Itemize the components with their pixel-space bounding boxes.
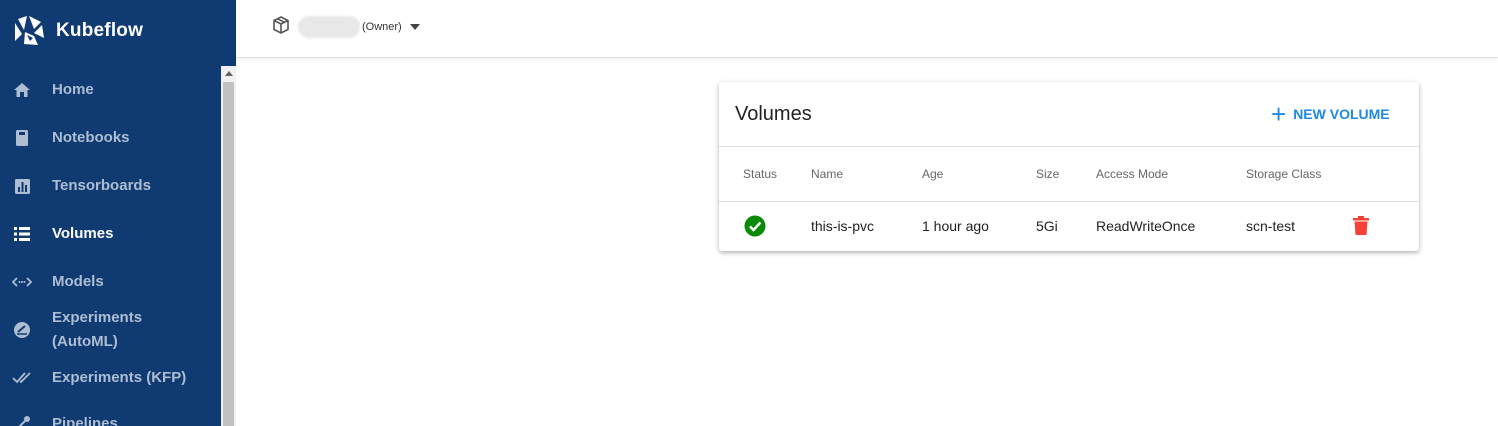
sidebar-item-home[interactable]: Home xyxy=(0,78,221,102)
sidebar-item-label: Tensorboards xyxy=(52,177,151,194)
namespace-role: (Owner) xyxy=(362,21,402,33)
package-icon xyxy=(272,15,290,39)
brand[interactable]: Kubeflow xyxy=(0,0,236,62)
bar-chart-icon xyxy=(12,176,32,196)
sidebar-item-label: Experiments (KFP) xyxy=(52,369,187,386)
column-header-size[interactable]: Size xyxy=(1036,167,1059,181)
chevron-down-icon xyxy=(409,24,420,30)
sidebar-item-label: Notebooks xyxy=(52,129,130,146)
sidebar-item-experiments-automl[interactable]: Experiments (AutoML) xyxy=(0,306,221,354)
sidebar-item-notebooks[interactable]: Notebooks xyxy=(0,126,221,150)
volume-size: 5Gi xyxy=(1036,218,1058,234)
plus-icon: + xyxy=(1271,99,1287,129)
sidebar-nav: Home Notebooks Tensorboards Volumes Mode… xyxy=(0,66,221,426)
volume-name: this-is-pvc xyxy=(811,218,875,234)
scroll-up-arrow-icon[interactable] xyxy=(221,66,236,80)
divider xyxy=(719,201,1419,202)
new-volume-button[interactable]: + NEW VOLUME xyxy=(1271,99,1390,129)
column-header-storage-class[interactable]: Storage Class xyxy=(1246,167,1321,181)
sidebar-item-label: Pipelines xyxy=(52,415,118,426)
new-volume-label: NEW VOLUME xyxy=(1293,106,1390,122)
check-circle-icon xyxy=(744,215,766,237)
code-arrows-icon xyxy=(12,272,32,292)
page-title: Volumes xyxy=(735,103,812,125)
speed-icon xyxy=(12,320,32,340)
sidebar-item-volumes[interactable]: Volumes xyxy=(0,222,221,246)
volume-access-mode: ReadWriteOnce xyxy=(1096,218,1196,234)
column-header-name[interactable]: Name xyxy=(811,167,843,181)
sidebar-scrollbar[interactable] xyxy=(221,66,236,426)
divider xyxy=(719,146,1419,147)
volume-age: 1 hour ago xyxy=(922,218,989,234)
sidebar-item-label: Home xyxy=(52,81,94,98)
volumes-card: Volumes + NEW VOLUME Status Name Age Siz… xyxy=(719,82,1419,251)
sidebar: Kubeflow Home Notebooks Tensorboards Vol… xyxy=(0,0,236,426)
volume-storage-class: scn-test xyxy=(1246,218,1296,234)
home-icon xyxy=(12,80,32,100)
kubeflow-logo-icon xyxy=(15,16,44,45)
pipeline-icon xyxy=(12,414,32,426)
delete-icon[interactable] xyxy=(1352,216,1370,236)
sidebar-item-label: Models xyxy=(52,273,104,290)
sidebar-item-label: Experiments xyxy=(52,309,143,326)
sidebar-item-models[interactable]: Models xyxy=(0,270,221,294)
sidebar-item-pipelines[interactable]: Pipelines xyxy=(0,412,221,426)
column-header-age[interactable]: Age xyxy=(922,167,943,181)
sidebar-item-tensorboards[interactable]: Tensorboards xyxy=(0,174,221,198)
sidebar-item-label: Volumes xyxy=(52,225,114,242)
sidebar-item-experiments-kfp[interactable]: Experiments (KFP) xyxy=(0,366,221,390)
namespace-selector[interactable]: (Owner) xyxy=(272,14,420,40)
brand-name: Kubeflow xyxy=(56,20,144,41)
notebook-icon xyxy=(12,128,32,148)
sidebar-item-label-line2: (AutoML) xyxy=(52,333,118,350)
double-check-icon xyxy=(12,368,32,388)
column-header-access-mode[interactable]: Access Mode xyxy=(1096,167,1168,181)
scroll-thumb[interactable] xyxy=(223,82,234,426)
top-bar: (Owner) xyxy=(236,0,1498,58)
column-header-status[interactable]: Status xyxy=(743,167,777,181)
namespace-name-redacted xyxy=(298,16,360,38)
storage-list-icon xyxy=(12,224,32,244)
